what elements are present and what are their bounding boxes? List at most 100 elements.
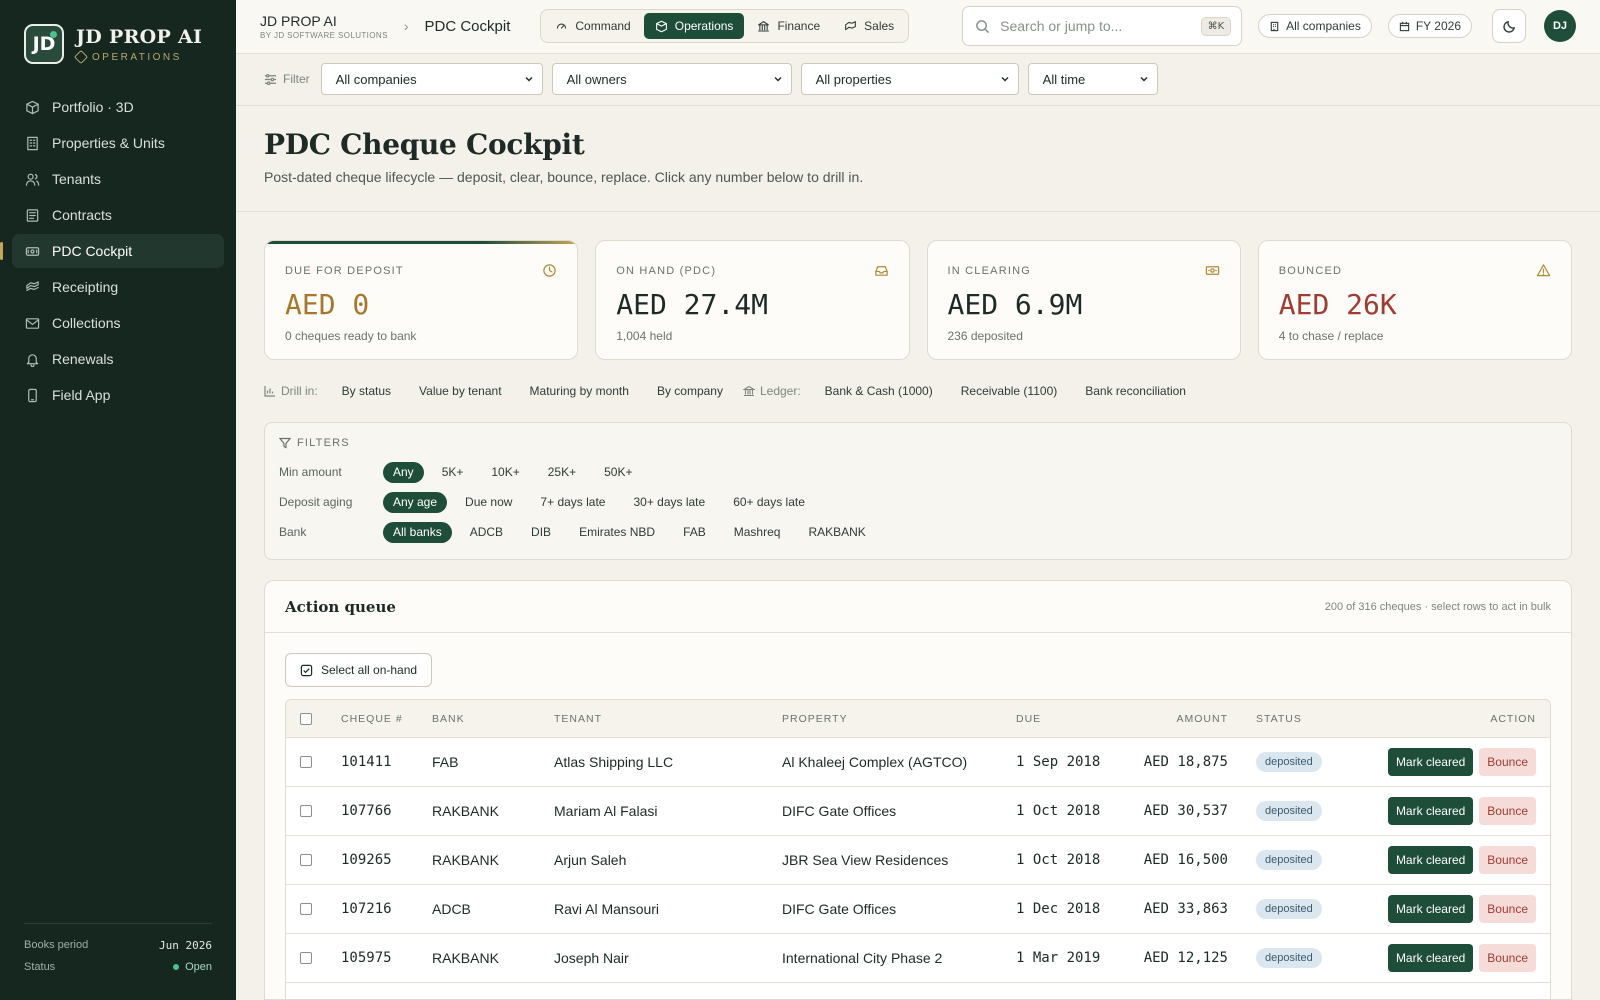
tenant-name: Ravi Al Mansouri bbox=[554, 901, 660, 917]
filter-chip[interactable]: 30+ days late bbox=[623, 492, 715, 513]
action-queue: Action queue 200 of 316 cheques · select… bbox=[264, 580, 1572, 1000]
brand[interactable]: JD JD PROP AI OPERATIONS bbox=[0, 0, 236, 90]
filter-chip[interactable]: Mashreq bbox=[724, 522, 791, 543]
filter-chip[interactable]: 5K+ bbox=[432, 462, 474, 483]
fiscal-year-selector[interactable]: FY 2026 bbox=[1387, 14, 1472, 39]
avatar[interactable]: DJ bbox=[1544, 10, 1576, 43]
row-checkbox[interactable] bbox=[300, 952, 312, 964]
filter-chip[interactable]: Any age bbox=[383, 491, 448, 513]
mark-cleared-button[interactable]: Mark cleared bbox=[1387, 797, 1474, 825]
owner-select[interactable]: All owners bbox=[551, 63, 792, 96]
table-row[interactable]: 105975 RAKBANK Joseph Nair International… bbox=[286, 934, 1550, 983]
kpi-in-clearing[interactable]: IN CLEARING AED 6.9M 236 deposited bbox=[926, 240, 1241, 360]
breadcrumb-app[interactable]: JD PROP AI BY JD SOFTWARE SOLUTIONS bbox=[260, 13, 388, 40]
tab-finance[interactable]: Finance bbox=[746, 13, 831, 39]
column-tenant[interactable]: TENANT bbox=[542, 713, 770, 725]
drill-link[interactable]: By status bbox=[328, 384, 405, 398]
property-select[interactable]: All properties bbox=[800, 63, 1019, 96]
company-select[interactable]: All companies bbox=[320, 63, 543, 96]
tab-sales[interactable]: Sales bbox=[833, 13, 905, 39]
bounce-button[interactable]: Bounce bbox=[1479, 748, 1536, 776]
kpi-label: DUE FOR DEPOSIT bbox=[285, 264, 404, 277]
action-cell: Mark cleared Bounce bbox=[1338, 748, 1550, 776]
ledger-link[interactable]: Receivable (1100) bbox=[947, 384, 1072, 398]
select-value: All time bbox=[1042, 71, 1086, 87]
sidebar-item-receipting[interactable]: Receipting bbox=[12, 270, 224, 304]
command-icon bbox=[557, 23, 567, 29]
bounce-button[interactable]: Bounce bbox=[1479, 846, 1536, 874]
select-all-checkbox[interactable] bbox=[300, 712, 312, 725]
kpi-on-hand-pdc[interactable]: ON HAND (PDC) AED 27.4M 1,004 held bbox=[595, 240, 910, 360]
sidebar-item-pdc-cockpit[interactable]: PDC Cockpit bbox=[0, 234, 224, 268]
tab-operations[interactable]: Operations bbox=[643, 13, 745, 40]
row-checkbox[interactable] bbox=[300, 903, 312, 915]
filter-chip[interactable]: 50K+ bbox=[594, 462, 642, 483]
receipt-icon bbox=[25, 280, 39, 291]
filter-chip[interactable]: 7+ days late bbox=[530, 492, 615, 513]
column-due[interactable]: DUE bbox=[1004, 713, 1124, 725]
sidebar-item-renewals[interactable]: Renewals bbox=[12, 342, 224, 376]
sidebar-item-properties-units[interactable]: Properties & Units bbox=[12, 126, 224, 160]
kpi-bounced[interactable]: BOUNCED AED 26K 4 to chase / replace bbox=[1257, 240, 1572, 360]
kpi-value[interactable]: AED 6.9M bbox=[948, 288, 1220, 321]
search-input[interactable]: Search or jump to... ⌘K bbox=[962, 6, 1243, 47]
sidebar-item-portfolio-3d[interactable]: Portfolio · 3D bbox=[12, 90, 224, 124]
sidebar-item-field-app[interactable]: Field App bbox=[12, 378, 224, 412]
chevron-down-icon bbox=[1140, 77, 1148, 82]
table-row[interactable]: 107766 RAKBANK Mariam Al Falasi DIFC Gat… bbox=[286, 787, 1550, 836]
filter-chip[interactable]: Emirates NBD bbox=[569, 522, 665, 543]
tenant-name: Atlas Shipping LLC bbox=[554, 754, 674, 770]
ledger-link[interactable]: Bank & Cash (1000) bbox=[811, 384, 947, 398]
ledger-link[interactable]: Bank reconciliation bbox=[1071, 384, 1200, 398]
drill-link[interactable]: Maturing by month bbox=[516, 384, 643, 398]
period-select[interactable]: All time bbox=[1027, 63, 1158, 96]
filter-chip[interactable]: DIB bbox=[521, 522, 561, 543]
column-property[interactable]: PROPERTY bbox=[770, 713, 1004, 725]
fiscal-year-label: FY 2026 bbox=[1415, 19, 1461, 34]
bounce-button[interactable]: Bounce bbox=[1479, 944, 1536, 972]
sidebar-item-contracts[interactable]: Contracts bbox=[12, 198, 224, 232]
mark-cleared-button[interactable]: Mark cleared bbox=[1387, 944, 1474, 972]
kpi-value[interactable]: AED 26K bbox=[1279, 288, 1551, 321]
filter-chip[interactable]: RAKBANK bbox=[798, 522, 875, 543]
filter-chip[interactable]: 60+ days late bbox=[723, 492, 815, 513]
action-cell: Mark cleared Bounce bbox=[1338, 944, 1550, 972]
sidebar-item-collections[interactable]: Collections bbox=[12, 306, 224, 340]
column-status[interactable]: STATUS bbox=[1228, 713, 1338, 725]
filter-chip[interactable]: FAB bbox=[673, 522, 716, 543]
drill-link[interactable]: Value by tenant bbox=[405, 384, 516, 398]
tab-command[interactable]: Command bbox=[544, 13, 641, 39]
filter-chip[interactable]: Any bbox=[383, 461, 424, 483]
table-row[interactable]: 107216 ADCB Ravi Al Mansouri DIFC Gate O… bbox=[286, 885, 1550, 934]
theme-toggle-button[interactable] bbox=[1492, 9, 1526, 44]
sliders-icon bbox=[264, 73, 277, 86]
kpi-value[interactable]: AED 0 bbox=[285, 288, 557, 321]
filter-chip[interactable]: ADCB bbox=[460, 522, 513, 543]
action-queue-body: Select all on-hand CHEQUE # BANK TENANT … bbox=[265, 633, 1571, 999]
filter-chip[interactable]: Due now bbox=[455, 492, 522, 513]
row-checkbox[interactable] bbox=[300, 854, 312, 866]
kpi-due-for-deposit[interactable]: DUE FOR DEPOSIT AED 0 0 cheques ready to… bbox=[264, 240, 579, 360]
column-bank[interactable]: BANK bbox=[420, 713, 542, 725]
table-row[interactable] bbox=[286, 983, 1550, 999]
bounce-button[interactable]: Bounce bbox=[1479, 895, 1536, 923]
column-amount[interactable]: AMOUNT bbox=[1124, 713, 1228, 725]
row-checkbox[interactable] bbox=[300, 805, 312, 817]
table-row[interactable]: 101411 FAB Atlas Shipping LLC Al Khaleej… bbox=[286, 738, 1550, 787]
column-cheque-no[interactable]: CHEQUE # bbox=[326, 713, 420, 725]
select-all-on-hand-button[interactable]: Select all on-hand bbox=[285, 653, 433, 687]
kpi-value[interactable]: AED 27.4M bbox=[616, 288, 888, 321]
filter-chip[interactable]: 25K+ bbox=[538, 462, 586, 483]
mark-cleared-button[interactable]: Mark cleared bbox=[1387, 748, 1474, 776]
mark-cleared-button[interactable]: Mark cleared bbox=[1387, 895, 1474, 923]
filter-chip[interactable]: All banks bbox=[383, 521, 452, 543]
table-row[interactable]: 109265 RAKBANK Arjun Saleh JBR Sea View … bbox=[286, 836, 1550, 885]
drill-link[interactable]: By company bbox=[643, 384, 737, 398]
mark-cleared-button[interactable]: Mark cleared bbox=[1387, 846, 1474, 874]
company-selector[interactable]: All companies bbox=[1258, 14, 1372, 39]
bounce-button[interactable]: Bounce bbox=[1479, 797, 1536, 825]
contract-icon-wrap bbox=[24, 207, 40, 223]
sidebar-item-tenants[interactable]: Tenants bbox=[12, 162, 224, 196]
filter-chip[interactable]: 10K+ bbox=[481, 462, 529, 483]
row-checkbox[interactable] bbox=[300, 756, 312, 768]
